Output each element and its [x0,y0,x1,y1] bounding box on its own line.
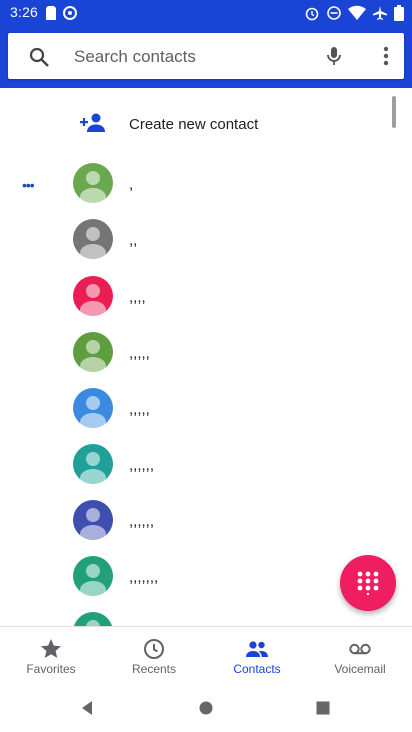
contact-avatar [73,219,113,259]
contact-row[interactable] [0,608,412,626]
contact-avatar [73,276,113,316]
contact-name: ,,,,,, [129,513,155,530]
create-new-contact-row[interactable]: Create new contact [0,88,412,160]
tab-voicemail-label: Voicemail [334,662,386,676]
battery-icon [394,5,404,21]
tab-contacts-label: Contacts [233,662,281,676]
airplane-icon [372,5,388,21]
contact-row[interactable]: ,,,,,, [0,440,412,496]
tab-recents[interactable]: Recents [104,627,204,685]
tab-recents-label: Recents [131,662,177,676]
mic-icon[interactable] [322,44,346,68]
contact-avatar [73,388,113,428]
search-box[interactable] [8,33,404,79]
contact-avatar [73,612,113,626]
contact-row[interactable]: , [0,159,412,215]
search-input[interactable] [72,41,316,73]
wifi-icon [348,5,366,21]
add-person-icon [80,112,106,134]
create-new-contact-label: Create new contact [129,116,259,133]
contact-row[interactable]: ,,,,,, [0,496,412,552]
sync-icon [62,5,78,21]
app-bar [0,26,412,88]
contact-row[interactable]: ,,,, [0,272,412,328]
recent-apps-icon[interactable] [314,699,332,717]
voicemail-icon [348,637,372,661]
contact-avatar [73,332,113,372]
search-icon[interactable] [28,46,50,68]
sim-card-icon [46,6,56,20]
contact-name: ,,,,,, [129,457,155,474]
people-icon [245,637,269,661]
tab-voicemail[interactable]: Voicemail [310,627,410,685]
contact-avatar [73,163,113,203]
contact-avatar [73,444,113,484]
tab-contacts[interactable]: Contacts [207,627,307,685]
contacts-list[interactable]: Create new contact ••• , ,, ,,,, ,,,,, ,… [0,88,412,626]
alarm-icon [304,5,320,21]
system-navigation-bar [0,684,412,732]
contact-name: ,,,,, [129,401,150,418]
contact-name: , [129,176,134,193]
contact-name: ,,,,,,, [129,569,159,586]
tab-favorites-label: Favorites [26,662,76,676]
contact-row[interactable]: ,, [0,215,412,271]
contact-row[interactable]: ,,,,, [0,384,412,440]
status-bar: 3:26 [0,0,412,26]
more-options-icon[interactable] [374,44,398,68]
contact-avatar [73,500,113,540]
dialpad-icon [357,571,379,595]
contact-name: ,,,, [129,289,146,306]
contact-avatar [73,556,113,596]
bottom-navigation: Favorites Recents Contacts Voicemail [0,626,412,685]
home-icon[interactable] [197,699,215,717]
contact-name: ,,,,, [129,345,150,362]
clock-icon [142,637,166,661]
status-time: 3:26 [10,4,39,20]
contact-row[interactable]: ,,,,, [0,328,412,384]
back-icon[interactable] [79,699,97,717]
tab-favorites[interactable]: Favorites [1,627,101,685]
contact-name: ,, [129,232,138,249]
dialpad-button[interactable] [340,555,396,611]
star-icon [39,637,63,661]
dnd-icon [326,5,342,21]
